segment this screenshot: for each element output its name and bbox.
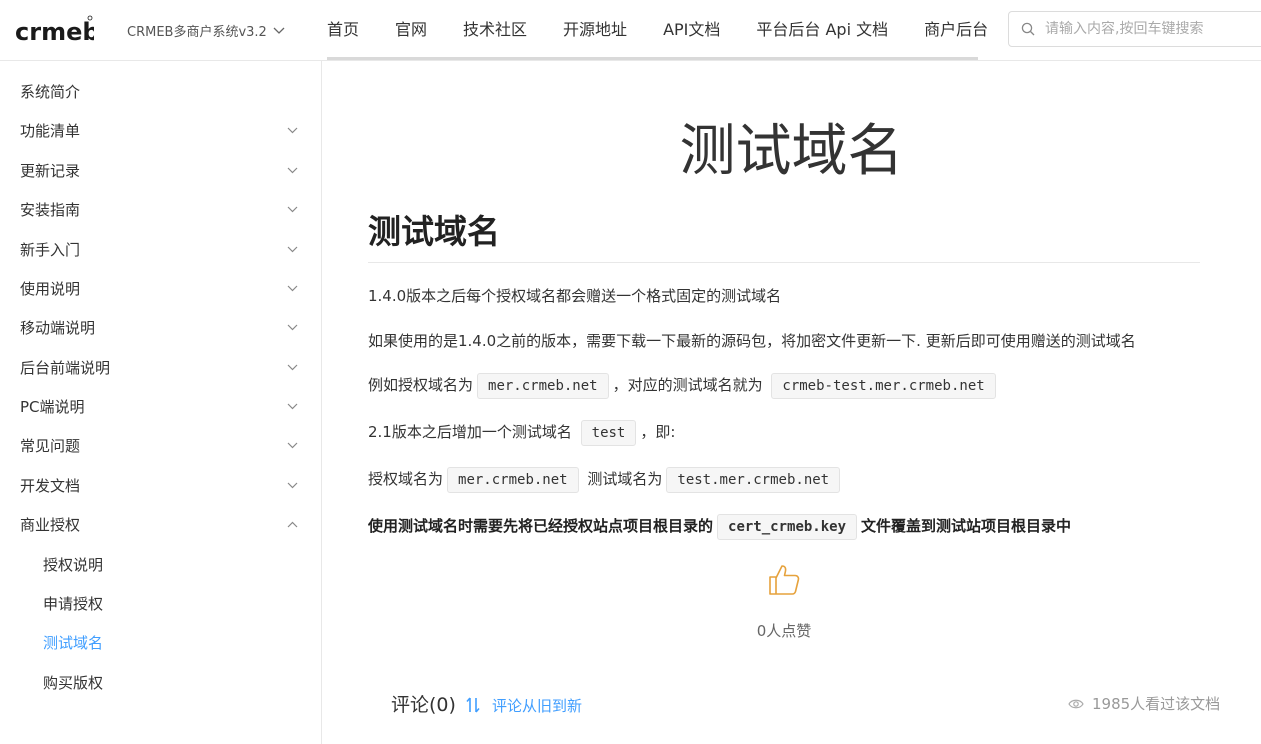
view-count: 1985人看过该文档	[1068, 693, 1220, 714]
sidebar-subitem-license-info[interactable]: 授权说明	[43, 549, 103, 581]
like-count: 0人点赞	[756, 622, 812, 640]
version-label: CRMEB多商户系统v3.2	[127, 25, 267, 40]
sidebar-item-label: 功能清单	[20, 122, 81, 140]
chevron-down-icon	[287, 167, 298, 174]
sidebar-item-mobile[interactable]: 移动端说明	[20, 312, 302, 344]
sidebar-item-label: 新手入门	[20, 241, 81, 259]
sidebar-subitem-test-domain[interactable]: 测试域名	[43, 627, 103, 659]
chevron-down-icon	[287, 206, 298, 213]
search-input[interactable]	[1043, 20, 1247, 38]
section-heading: 测试域名	[368, 212, 500, 251]
sidebar-subitem-apply-license[interactable]: 申请授权	[43, 588, 103, 620]
top-header: crmeb CRMEB多商户系统v3.2 首页 官网 技术社区 开源地址 API…	[0, 0, 1261, 61]
logo-text: crmeb	[15, 18, 94, 46]
view-count-label: 1985人看过该文档	[1092, 695, 1221, 713]
sidebar-item-pc[interactable]: PC端说明	[20, 391, 302, 423]
inline-code: crmeb-test.mer.crmeb.net	[771, 373, 996, 399]
version-selector[interactable]: CRMEB多商户系统v3.2	[127, 21, 285, 40]
sidebar-item-dev-docs[interactable]: 开发文档	[20, 470, 302, 502]
chevron-down-icon	[287, 285, 298, 292]
text: 例如授权域名为	[368, 376, 474, 394]
text: 使用测试域名时需要先将已经授权站点项目根目录的	[368, 517, 714, 535]
nav-open-source[interactable]: 开源地址	[545, 0, 645, 61]
text: 文件覆盖到测试站项目根目录中	[861, 517, 1072, 535]
nav-home[interactable]: 首页	[309, 0, 377, 61]
sort-icon[interactable]	[466, 696, 480, 714]
inline-code: test	[580, 420, 637, 446]
chevron-down-icon	[273, 27, 285, 34]
chevron-down-icon	[287, 246, 298, 253]
sidebar-subitem-buy-copyright[interactable]: 购买版权	[43, 667, 103, 699]
paragraph-1: 1.4.0版本之后每个授权域名都会赠送一个格式固定的测试域名	[368, 287, 782, 305]
paragraph-5: 授权域名为 mer.crmeb.net 测试域名为 test.mer.crmeb.n…	[368, 467, 844, 493]
inline-code: test.mer.crmeb.net	[666, 467, 841, 493]
paragraph-6: 使用测试域名时需要先将已经授权站点项目根目录的 cert_crmeb.key 文件覆…	[368, 514, 1071, 540]
text: 2.1版本之后增加一个测试域名	[368, 423, 572, 441]
nav-scroll-indicator	[327, 57, 978, 60]
sidebar-item-commercial-license[interactable]: 商业授权	[20, 509, 302, 541]
paragraph-2: 如果使用的是1.4.0之前的版本，需要下载一下最新的源码包，将加密文件更新一下.…	[368, 332, 1136, 350]
text: ，对应的测试域名就为	[612, 376, 763, 394]
chevron-down-icon	[287, 482, 298, 489]
sidebar-item-label: 商业授权	[20, 516, 81, 534]
nav-merchant-admin[interactable]: 商户后台	[906, 0, 1006, 61]
sidebar-item-label: 安装指南	[20, 201, 81, 219]
comments-heading: 评论(0)	[391, 694, 456, 716]
nav-platform-api-docs[interactable]: 平台后台 Api 文档	[738, 0, 906, 61]
chevron-down-icon	[287, 324, 298, 331]
search-icon	[1021, 22, 1035, 36]
nav-official-site[interactable]: 官网	[377, 0, 445, 61]
sidebar-item-label: 开发文档	[20, 477, 81, 495]
sidebar-item-label: 常见问题	[20, 437, 81, 455]
chevron-up-icon	[287, 521, 298, 528]
sidebar-item-usage[interactable]: 使用说明	[20, 273, 302, 305]
top-nav: 首页 官网 技术社区 开源地址 API文档 平台后台 Api 文档 商户后台	[309, 0, 1006, 61]
search-box[interactable]	[1008, 11, 1261, 47]
sidebar-item-label: 移动端说明	[20, 319, 96, 337]
thumbs-up-icon[interactable]	[766, 562, 802, 598]
sidebar-item-changelog[interactable]: 更新记录	[20, 155, 302, 187]
sidebar-item-install[interactable]: 安装指南	[20, 194, 302, 226]
crmeb-logo[interactable]: crmeb	[14, 14, 94, 46]
sidebar: 系统简介 功能清单 更新记录 安装指南 新手入门 使用说明 移动端说明 后台前端…	[0, 61, 322, 744]
sort-toggle[interactable]: 评论从旧到新	[492, 695, 582, 716]
chevron-down-icon	[287, 127, 298, 134]
chevron-down-icon	[287, 403, 298, 410]
sidebar-item-label: 使用说明	[20, 280, 81, 298]
inline-code: mer.crmeb.net	[447, 467, 579, 493]
nav-tech-community[interactable]: 技术社区	[445, 0, 545, 61]
inline-code: mer.crmeb.net	[477, 373, 609, 399]
sidebar-item-getting-started[interactable]: 新手入门	[20, 234, 302, 266]
sidebar-item-features[interactable]: 功能清单	[20, 115, 302, 147]
paragraph-4: 2.1版本之后增加一个测试域名 test ，即:	[368, 420, 675, 446]
paragraph-3: 例如授权域名为 mer.crmeb.net ，对应的测试域名就为 crmeb-tes…	[368, 373, 1000, 399]
text: 授权域名为	[368, 470, 444, 488]
sidebar-item-label: 更新记录	[20, 162, 81, 180]
heading-divider	[368, 262, 1200, 263]
sidebar-item-label: 系统简介	[20, 83, 81, 101]
chevron-down-icon	[287, 364, 298, 371]
nav-api-docs[interactable]: API文档	[645, 0, 738, 61]
sidebar-item-admin-frontend[interactable]: 后台前端说明	[20, 352, 302, 384]
sidebar-item-label: 后台前端说明	[20, 359, 111, 377]
page-title: 测试域名	[679, 119, 904, 184]
inline-code: cert_crmeb.key	[717, 514, 858, 540]
eye-icon	[1068, 699, 1084, 708]
sidebar-item-intro[interactable]: 系统简介	[20, 76, 302, 108]
chevron-down-icon	[287, 442, 298, 449]
text: ，即:	[640, 423, 676, 441]
sidebar-item-faq[interactable]: 常见问题	[20, 430, 302, 462]
text: 测试域名为	[587, 470, 663, 488]
sidebar-item-label: PC端说明	[20, 398, 85, 416]
